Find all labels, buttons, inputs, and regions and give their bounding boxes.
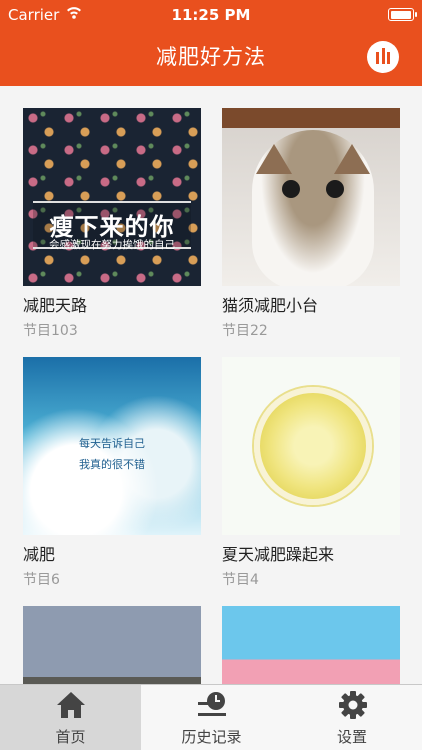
top-bar: Carrier 11:25 PM 减肥好方法	[0, 0, 422, 86]
program-card-6[interactable]	[222, 606, 400, 684]
program-thumbnail[interactable]	[222, 606, 400, 684]
program-count: 节目103	[23, 323, 78, 339]
program-thumbnail[interactable]: 每天告诉自己 我真的很不错	[23, 357, 201, 535]
home-icon	[57, 692, 85, 718]
cat-photo	[252, 130, 374, 286]
bar-chart-icon[interactable]	[367, 41, 399, 73]
tab-settings[interactable]: 设置	[282, 685, 422, 750]
lemon-slice-image	[254, 387, 372, 505]
thumbnail-caption-line1: 每天告诉自己	[79, 437, 145, 450]
program-card-2[interactable]: 猫须减肥小台 节目22	[222, 108, 400, 340]
thumbnail-caption: 会感激现在努力挨饿的自己	[49, 239, 175, 251]
battery-icon	[388, 8, 417, 21]
program-title: 减肥	[23, 545, 56, 564]
gear-icon	[339, 691, 367, 719]
tab-history[interactable]: 历史记录	[141, 685, 282, 750]
tab-label: 设置	[336, 728, 367, 746]
status-bar: Carrier 11:25 PM	[0, 0, 422, 30]
tab-home[interactable]: 首页	[0, 685, 141, 750]
program-title: 猫须减肥小台	[222, 296, 319, 315]
program-count: 节目6	[23, 572, 60, 588]
program-grid: 瘦下来的你 会感激现在努力挨饿的自己 减肥天路 节目103 猫须减肥小台 节目2…	[0, 86, 422, 684]
program-thumbnail[interactable]	[222, 357, 400, 535]
thumbnail-caption-line2: 我真的很不错	[79, 458, 145, 471]
tab-bar: 首页 历史记录 设置	[0, 684, 422, 750]
page-title: 减肥好方法	[156, 45, 266, 69]
program-thumbnail[interactable]	[222, 108, 400, 286]
tab-label: 历史记录	[181, 728, 242, 746]
history-icon	[198, 692, 226, 716]
tab-label: 首页	[55, 728, 86, 746]
program-card-4[interactable]: 夏天减肥躁起来 节目4	[222, 357, 400, 589]
program-count: 节目4	[222, 572, 259, 588]
program-card-5[interactable]	[23, 606, 201, 684]
program-card-1[interactable]: 瘦下来的你 会感激现在努力挨饿的自己 减肥天路 节目103	[23, 108, 201, 340]
program-title: 减肥天路	[23, 296, 88, 315]
program-card-3[interactable]: 每天告诉自己 我真的很不错 减肥 节目6	[23, 357, 201, 589]
program-thumbnail[interactable]	[23, 606, 201, 684]
program-count: 节目22	[222, 323, 268, 339]
program-title: 夏天减肥躁起来	[222, 545, 335, 564]
clock: 11:25 PM	[171, 6, 251, 24]
program-thumbnail[interactable]: 瘦下来的你 会感激现在努力挨饿的自己	[23, 108, 201, 286]
